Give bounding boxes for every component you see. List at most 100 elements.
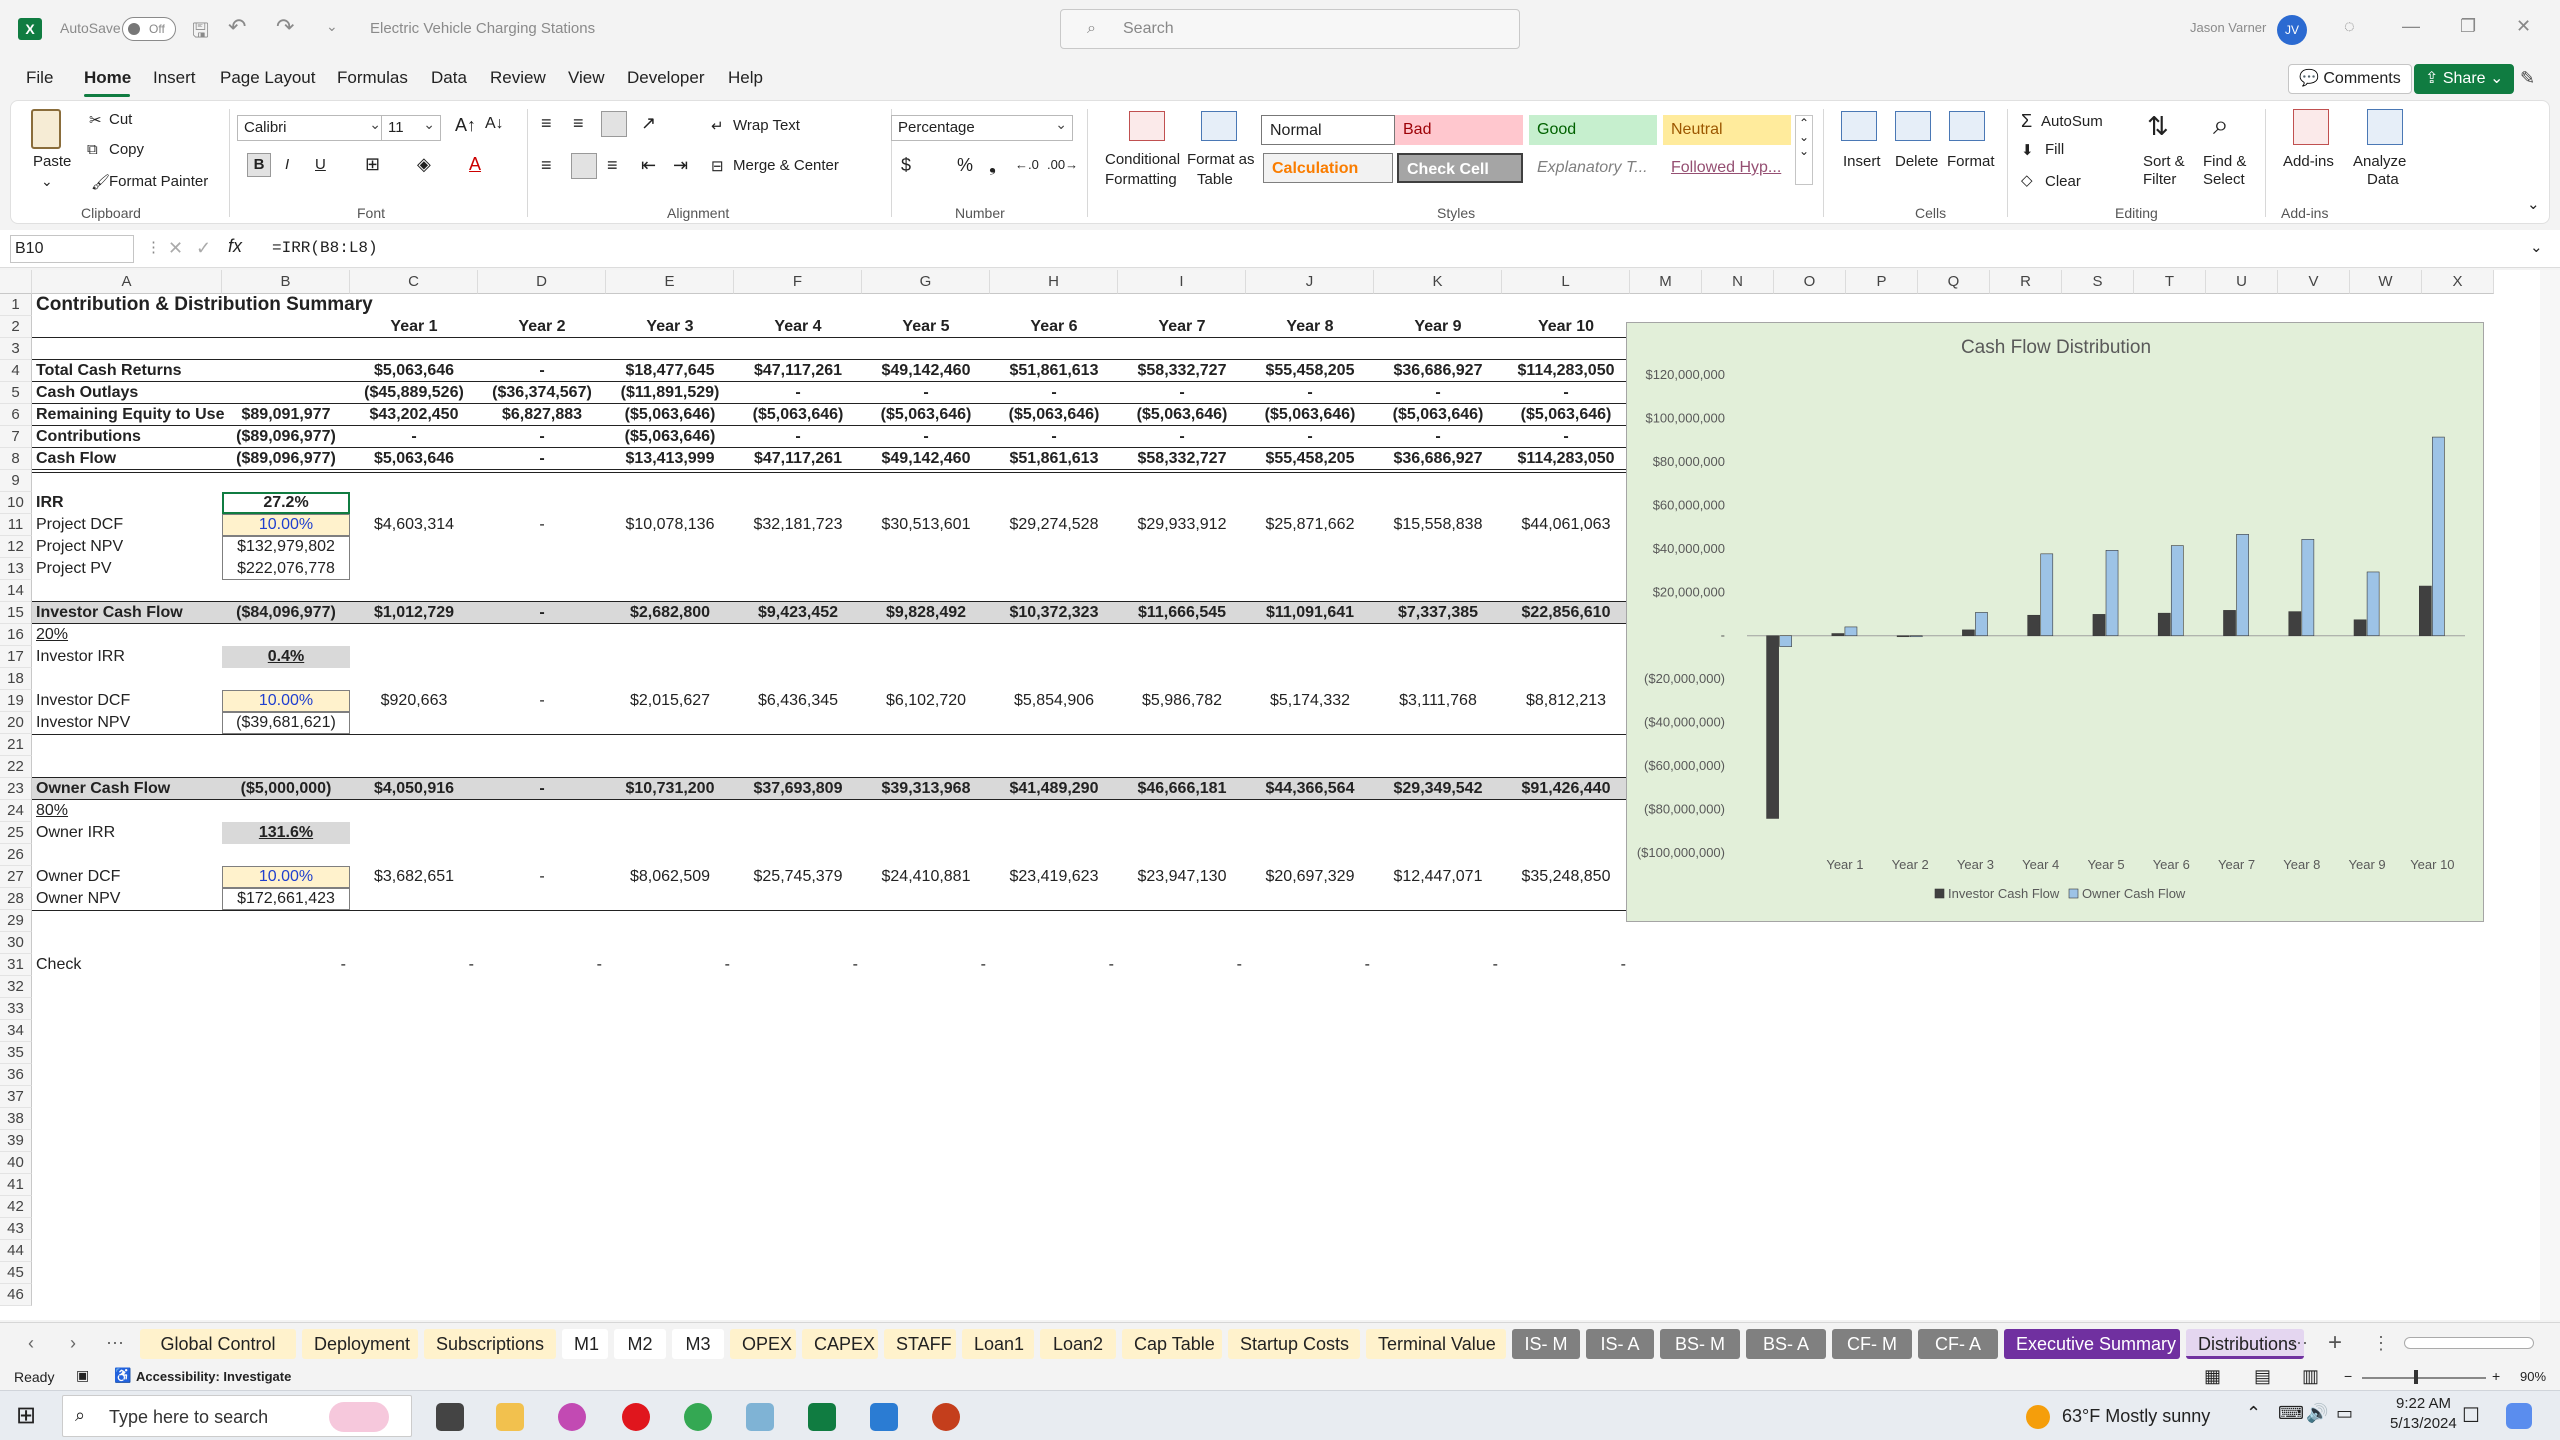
row-header[interactable]: 18 — [0, 668, 32, 690]
investor-dcf-value[interactable]: $6,436,345 — [734, 690, 862, 712]
owner-dcf-value[interactable]: $12,447,071 — [1374, 866, 1502, 888]
owner-irr[interactable]: 131.6% — [222, 822, 350, 844]
name-box-options-icon[interactable]: ⋮ — [146, 238, 161, 256]
investor-cf-label[interactable]: Investor Cash Flow — [32, 602, 222, 624]
row-value[interactable]: $5,063,646 — [350, 448, 478, 470]
insert-function-icon[interactable]: fx — [228, 236, 242, 257]
row-value[interactable]: - — [478, 448, 606, 470]
row-value[interactable]: $114,283,050 — [1502, 448, 1630, 470]
task-view-icon[interactable] — [436, 1403, 464, 1431]
row-header[interactable]: 30 — [0, 932, 32, 954]
sheet-tab[interactable]: Terminal Value — [1366, 1329, 1506, 1359]
row-value[interactable]: - — [734, 426, 862, 448]
sheet-tab[interactable]: M2 — [614, 1329, 666, 1359]
row-header[interactable]: 28 — [0, 888, 32, 910]
check-value[interactable]: - — [1502, 954, 1630, 976]
investor-cf-value[interactable]: $9,423,452 — [734, 602, 862, 624]
row-value[interactable]: ($5,063,646) — [1118, 404, 1246, 426]
check-value[interactable]: - — [990, 954, 1118, 976]
menu-formulas[interactable]: Formulas — [337, 68, 408, 88]
taskbar-search[interactable]: ⌕ Type here to search — [62, 1395, 412, 1437]
fill-button[interactable]: Fill — [2045, 141, 2064, 158]
format-painter-button[interactable]: Format Painter — [109, 173, 208, 190]
avatar[interactable]: JV — [2277, 15, 2307, 45]
row-header[interactable]: 3 — [0, 338, 32, 360]
investor-cf-value[interactable]: $7,337,385 — [1374, 602, 1502, 624]
decrease-decimal-icon[interactable]: .00→ — [1047, 157, 1078, 172]
row-header[interactable]: 25 — [0, 822, 32, 844]
investor-dcf-value[interactable]: $5,854,906 — [990, 690, 1118, 712]
owner-dcf-value[interactable]: $25,745,379 — [734, 866, 862, 888]
year-header[interactable]: Year 2 — [478, 316, 606, 338]
powerpoint-icon[interactable] — [932, 1403, 960, 1431]
row-value[interactable]: - — [990, 426, 1118, 448]
zoom-level[interactable]: 90% — [2520, 1369, 2546, 1384]
name-box[interactable]: B10 — [10, 235, 134, 263]
sheet-tab[interactable]: CAPEX — [802, 1329, 878, 1359]
paste-button[interactable]: Paste — [33, 153, 71, 170]
align-middle-icon[interactable]: ≡ — [573, 113, 584, 134]
column-header[interactable]: Q — [1918, 270, 1990, 294]
wrap-text-icon[interactable]: ↵ — [711, 117, 724, 135]
cancel-icon[interactable]: ✕ — [168, 238, 183, 259]
investor-cf-value[interactable]: $10,372,323 — [990, 602, 1118, 624]
owner-cf-value[interactable]: $10,731,200 — [606, 778, 734, 800]
sheet-tab[interactable]: Loan1 — [962, 1329, 1034, 1359]
row-header[interactable]: 33 — [0, 998, 32, 1020]
increase-font-icon[interactable]: A↑ — [455, 115, 476, 136]
zoom-in-icon[interactable]: + — [2492, 1368, 2500, 1384]
menu-page-layout[interactable]: Page Layout — [220, 68, 315, 88]
sheet-tab[interactable]: Distributions — [2186, 1329, 2304, 1359]
accessibility-icon[interactable]: ♿ — [114, 1367, 131, 1384]
owner-dcf-value[interactable]: $8,062,509 — [606, 866, 734, 888]
align-top-icon[interactable]: ≡ — [541, 113, 552, 134]
row-value[interactable]: $58,332,727 — [1118, 448, 1246, 470]
owner-npv-label[interactable]: Owner NPV — [32, 888, 222, 910]
owner-dcf-value[interactable]: $35,248,850 — [1502, 866, 1630, 888]
investor-cf-value[interactable]: $1,012,729 — [350, 602, 478, 624]
project-dcf-value[interactable]: $15,558,838 — [1374, 514, 1502, 536]
conditional-formatting-button[interactable]: Conditional — [1105, 151, 1180, 168]
styles-scroll-icon[interactable]: ⌃ ⌄ ⌄ — [1795, 115, 1813, 185]
row-label[interactable]: Cash Outlays — [32, 382, 222, 404]
check-value[interactable]: - — [222, 954, 350, 976]
owner-cf-value[interactable]: $4,050,916 — [350, 778, 478, 800]
align-right-icon[interactable]: ≡ — [607, 155, 618, 176]
align-left-icon[interactable]: ≡ — [541, 155, 552, 176]
investor-dcf-value[interactable]: $3,111,768 — [1374, 690, 1502, 712]
row-value-b[interactable]: ($89,096,977) — [222, 448, 350, 470]
photos-icon[interactable] — [870, 1403, 898, 1431]
windows-start-icon[interactable]: ⊞ — [16, 1401, 36, 1430]
orientation-icon[interactable]: ↗ — [641, 113, 656, 134]
column-header[interactable]: V — [2278, 270, 2350, 294]
row-header[interactable]: 36 — [0, 1064, 32, 1086]
check-value[interactable]: - — [1374, 954, 1502, 976]
paste-dropdown-icon[interactable]: ⌄ — [41, 173, 53, 190]
investor-share[interactable]: 20% — [32, 624, 222, 646]
project-npv[interactable]: $132,979,802 — [222, 536, 350, 558]
row-header[interactable]: 21 — [0, 734, 32, 756]
minimize-icon[interactable]: — — [2402, 16, 2420, 37]
year-header[interactable]: Year 6 — [990, 316, 1118, 338]
sheet-tab[interactable]: IS- M — [1512, 1329, 1580, 1359]
project-dcf-value[interactable]: $32,181,723 — [734, 514, 862, 536]
project-dcf-value[interactable]: $10,078,136 — [606, 514, 734, 536]
row-header[interactable]: 20 — [0, 712, 32, 734]
row-value[interactable]: - — [1374, 426, 1502, 448]
row-value[interactable]: - — [862, 382, 990, 404]
row-value[interactable]: ($36,374,567) — [478, 382, 606, 404]
column-header[interactable]: C — [350, 270, 478, 294]
column-header[interactable]: A — [32, 270, 222, 294]
row-header[interactable]: 45 — [0, 1262, 32, 1284]
menu-view[interactable]: View — [568, 68, 605, 88]
project-dcf-value[interactable]: $29,933,912 — [1118, 514, 1246, 536]
column-header[interactable]: U — [2206, 270, 2278, 294]
addins-icon[interactable] — [2293, 109, 2329, 145]
style-followed-hyperlink[interactable]: Followed Hyp... — [1663, 153, 1791, 183]
copilot-icon[interactable] — [2506, 1403, 2532, 1429]
owner-cf-value[interactable]: $41,489,290 — [990, 778, 1118, 800]
row-header[interactable]: 26 — [0, 844, 32, 866]
row-header[interactable]: 38 — [0, 1108, 32, 1130]
row-header[interactable]: 40 — [0, 1152, 32, 1174]
row-value[interactable]: ($5,063,646) — [606, 426, 734, 448]
